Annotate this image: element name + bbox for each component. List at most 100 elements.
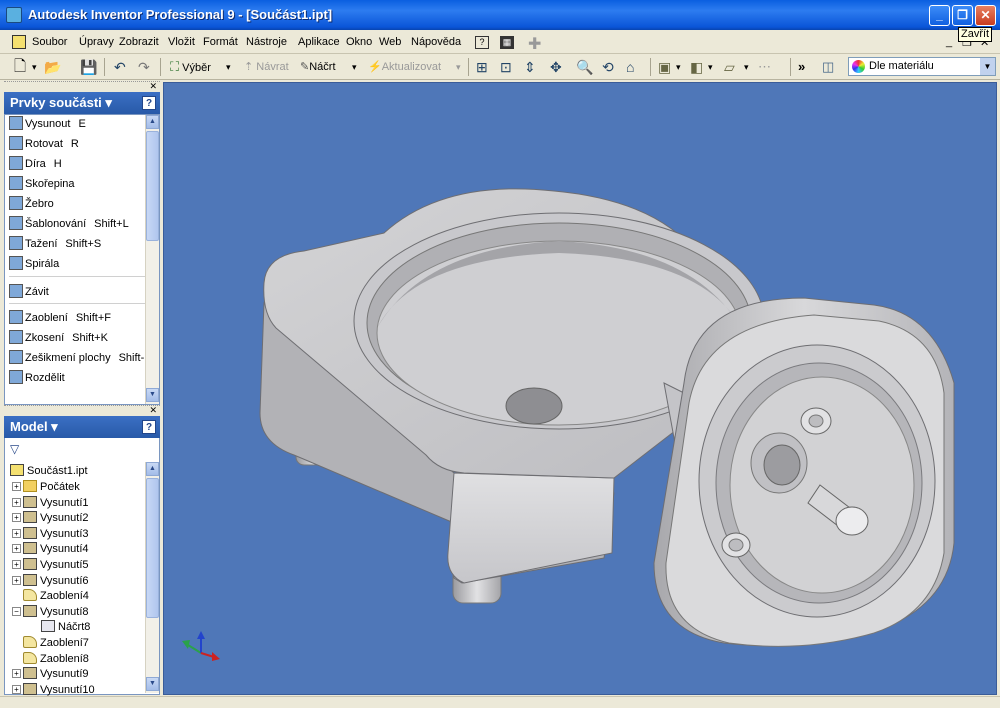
view-dropdown-icon[interactable]: ▾ <box>676 58 681 76</box>
tree-item[interactable]: Zaoblení4 <box>12 588 89 604</box>
feature-11-button[interactable]: Zešikmení plochy Shift- <box>9 350 144 366</box>
tree-expand-icon[interactable]: + <box>12 560 21 569</box>
model-scroll-down-icon[interactable]: ▼ <box>146 677 159 691</box>
document-icon[interactable] <box>12 35 26 49</box>
sketch-dropdown-icon[interactable]: ▾ <box>352 58 357 76</box>
ground-dropdown-icon[interactable]: ▾ <box>744 58 749 76</box>
tree-item[interactable]: + Vysunutí4 <box>12 541 89 557</box>
pan-icon[interactable]: ✥ <box>550 58 562 76</box>
feature-7-button[interactable]: Spirála <box>9 256 67 272</box>
features-scrollbar[interactable]: ▲ ▼ <box>145 115 159 404</box>
tree-item[interactable]: − Vysunutí8 <box>12 604 89 620</box>
tree-item[interactable]: + Vysunutí2 <box>12 510 89 526</box>
view-cube-icon[interactable]: ▣ <box>658 58 671 76</box>
tree-item[interactable]: + Vysunutí6 <box>12 573 89 589</box>
select-button[interactable]: ⛶ Výběr <box>170 58 211 76</box>
features-panel-grip[interactable]: ✕ <box>4 81 160 91</box>
feature-6-button[interactable]: Tažení Shift+S <box>9 236 101 252</box>
tree-expand-icon[interactable]: + <box>12 575 21 585</box>
tree-item[interactable]: Náčrt8 <box>30 619 90 635</box>
menu-web[interactable]: Web <box>379 36 401 48</box>
zoom-all-icon[interactable]: ⊞ <box>476 58 488 76</box>
save-icon[interactable]: 💾 <box>80 58 97 76</box>
menu-napoveda[interactable]: Nápověda <box>411 36 461 48</box>
menu-nastroje[interactable]: Nástroje <box>246 36 287 48</box>
feature-2-button[interactable]: Díra H <box>9 156 62 172</box>
plus-icon[interactable]: ✚ <box>528 34 541 54</box>
close-button[interactable]: ✕ <box>975 5 996 26</box>
tree-item[interactable]: + Vysunutí5 <box>12 557 89 573</box>
tree-expand-icon[interactable]: + <box>12 544 21 554</box>
shading-icon[interactable]: ◧ <box>690 58 703 76</box>
model-scroll-thumb[interactable] <box>146 478 159 618</box>
select-dropdown-icon[interactable]: ▾ <box>226 58 231 76</box>
tree-item[interactable]: + Vysunutí9 <box>12 666 89 682</box>
zoom-icon[interactable]: ⇕ <box>524 58 536 76</box>
model-panel-grip[interactable]: ✕ <box>4 405 160 415</box>
tree-expand-icon[interactable]: − <box>12 606 21 616</box>
scroll-down-icon[interactable]: ▼ <box>146 388 159 402</box>
feature-4-button[interactable]: Žebro <box>9 196 62 212</box>
back-button[interactable]: ⇡ Návrat <box>244 58 289 76</box>
new-file-icon[interactable]: 🗋 <box>14 58 26 76</box>
ground-plane-icon[interactable]: ▱ <box>724 58 735 76</box>
sketch-button[interactable]: ✎Náčrt <box>300 58 336 76</box>
new-dropdown-icon[interactable]: ▾ <box>32 58 37 76</box>
rotate-icon[interactable]: ⟲ <box>602 58 614 76</box>
feature-10-button[interactable]: Zkosení Shift+K <box>9 330 108 346</box>
model-scrollbar[interactable]: ▲ ▼ <box>145 462 159 693</box>
menu-soubor[interactable]: Soubor <box>32 36 67 48</box>
mdi-minimize-icon[interactable]: _ <box>946 36 952 48</box>
tree-expand-icon[interactable]: + <box>12 513 21 523</box>
open-folder-icon[interactable]: 📂 <box>44 58 61 76</box>
zoom-selected-icon[interactable]: 🔍 <box>576 58 593 76</box>
appearance-icon[interactable]: ◫ <box>822 58 834 76</box>
update-button[interactable]: ⚡Aktualizovat <box>368 58 441 76</box>
tree-item[interactable]: Zaoblení7 <box>12 635 89 651</box>
visibility-icon[interactable]: » <box>798 58 805 76</box>
scroll-up-icon[interactable]: ▲ <box>146 115 159 129</box>
app-icon[interactable] <box>6 7 22 23</box>
restore-button[interactable]: ❐ <box>952 5 973 26</box>
feature-0-button[interactable]: Vysunout E <box>9 116 86 132</box>
tree-item[interactable]: + Počátek <box>12 479 80 495</box>
feature-5-button[interactable]: Šablonování Shift+L <box>9 216 129 232</box>
undo-icon[interactable]: ↶ <box>114 58 126 76</box>
tree-expand-icon[interactable]: + <box>12 528 21 538</box>
model-scroll-up-icon[interactable]: ▲ <box>146 462 159 476</box>
chevron-down-icon[interactable]: ▼ <box>980 58 995 75</box>
tree-root[interactable]: Součást1.ipt <box>10 463 88 479</box>
tree-expand-icon[interactable]: + <box>12 497 21 507</box>
section-icon[interactable]: ⋯ <box>758 58 771 76</box>
redo-icon[interactable]: ↷ <box>138 58 150 76</box>
features-panel-header[interactable]: Prvky součásti ▾ ? <box>4 92 160 114</box>
graphics-viewport[interactable] <box>163 82 997 695</box>
material-select[interactable]: Dle materiálu ▼ <box>848 57 996 76</box>
menu-vlozit[interactable]: Vložit <box>168 36 195 48</box>
model-panel-header[interactable]: Model ▾ ? <box>4 416 160 438</box>
feature-1-button[interactable]: Rotovat R <box>9 136 79 152</box>
grid-icon[interactable]: ▦ <box>500 36 514 49</box>
tree-expand-icon[interactable]: + <box>12 684 21 694</box>
model-help-button[interactable]: ? <box>142 420 156 434</box>
look-at-icon[interactable]: ⌂ <box>626 58 634 76</box>
filter-icon[interactable]: ▽ <box>10 442 19 456</box>
feature-9-button[interactable]: Zaoblení Shift+F <box>9 310 111 326</box>
menu-aplikace[interactable]: Aplikace <box>298 36 340 48</box>
menu-format[interactable]: Formát <box>203 36 238 48</box>
title-bar[interactable]: Autodesk Inventor Professional 9 - [Souč… <box>0 0 1000 30</box>
tree-expand-icon[interactable]: + <box>12 482 21 491</box>
help-icon[interactable]: ? <box>475 36 489 49</box>
feature-12-button[interactable]: Rozdělit <box>9 370 73 386</box>
tree-item[interactable]: + Vysunutí3 <box>12 526 89 542</box>
tree-expand-icon[interactable]: + <box>12 669 21 679</box>
menu-upravy[interactable]: Úpravy <box>79 36 114 48</box>
feature-3-button[interactable]: Skořepina <box>9 176 83 192</box>
zoom-window-icon[interactable]: ⊡ <box>500 58 512 76</box>
tree-item[interactable]: Zaoblení8 <box>12 651 89 667</box>
scroll-thumb[interactable] <box>146 131 159 241</box>
menu-okno[interactable]: Okno <box>346 36 372 48</box>
tree-item[interactable]: + Vysunutí1 <box>12 495 89 511</box>
shading-dropdown-icon[interactable]: ▾ <box>708 58 713 76</box>
features-help-button[interactable]: ? <box>142 96 156 110</box>
